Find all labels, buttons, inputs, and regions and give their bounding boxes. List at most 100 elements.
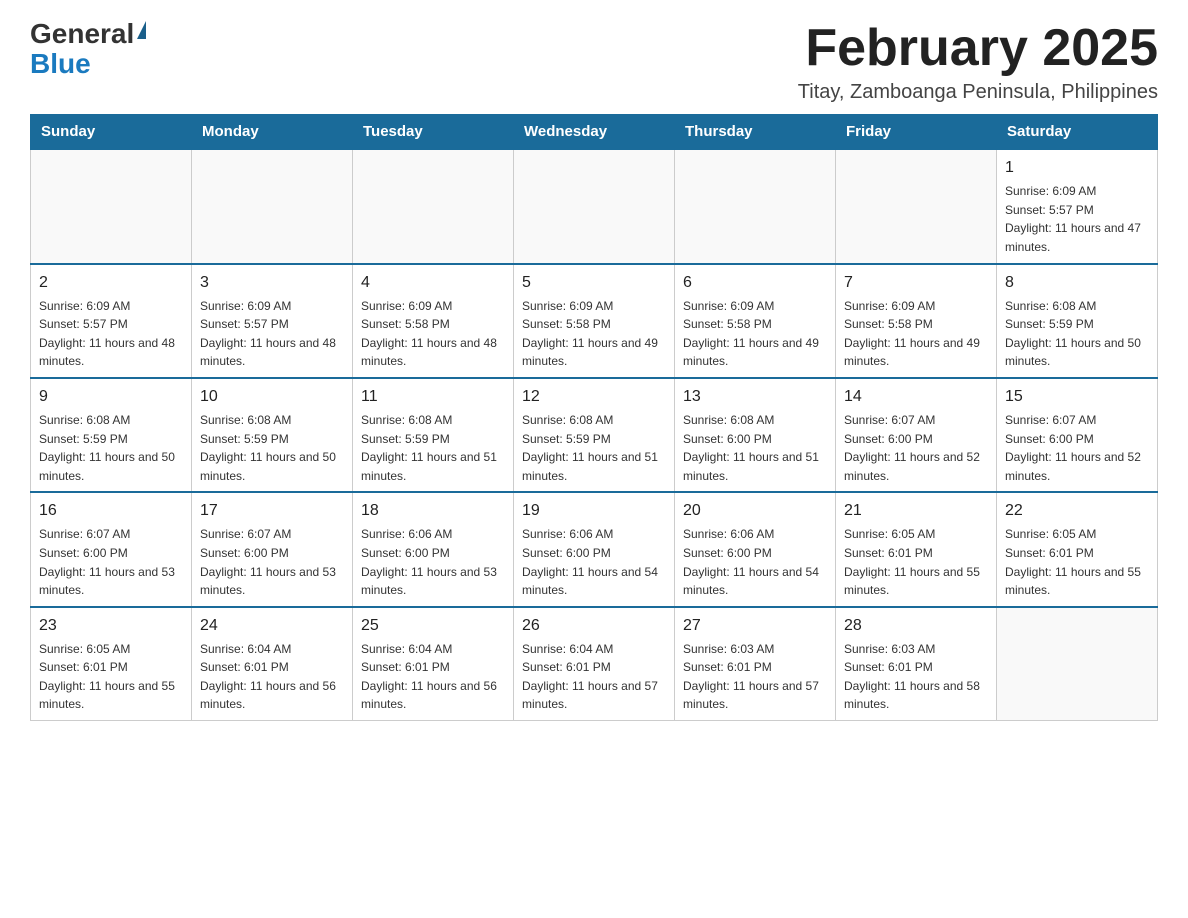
table-row: 18Sunrise: 6:06 AM Sunset: 6:00 PM Dayli… xyxy=(353,492,514,606)
table-row: 10Sunrise: 6:08 AM Sunset: 5:59 PM Dayli… xyxy=(192,378,353,492)
day-info: Sunrise: 6:09 AM Sunset: 5:57 PM Dayligh… xyxy=(200,297,344,371)
table-row: 13Sunrise: 6:08 AM Sunset: 6:00 PM Dayli… xyxy=(675,378,836,492)
col-sunday: Sunday xyxy=(31,115,192,150)
day-number: 22 xyxy=(1005,499,1149,523)
table-row xyxy=(31,149,192,263)
day-info: Sunrise: 6:08 AM Sunset: 5:59 PM Dayligh… xyxy=(200,411,344,485)
day-info: Sunrise: 6:05 AM Sunset: 6:01 PM Dayligh… xyxy=(1005,525,1149,599)
table-row: 25Sunrise: 6:04 AM Sunset: 6:01 PM Dayli… xyxy=(353,607,514,721)
table-row: 26Sunrise: 6:04 AM Sunset: 6:01 PM Dayli… xyxy=(514,607,675,721)
day-number: 16 xyxy=(39,499,183,523)
day-number: 2 xyxy=(39,271,183,295)
table-row: 9Sunrise: 6:08 AM Sunset: 5:59 PM Daylig… xyxy=(31,378,192,492)
table-row: 23Sunrise: 6:05 AM Sunset: 6:01 PM Dayli… xyxy=(31,607,192,721)
day-info: Sunrise: 6:08 AM Sunset: 6:00 PM Dayligh… xyxy=(683,411,827,485)
day-info: Sunrise: 6:08 AM Sunset: 5:59 PM Dayligh… xyxy=(361,411,505,485)
day-number: 3 xyxy=(200,271,344,295)
table-row: 21Sunrise: 6:05 AM Sunset: 6:01 PM Dayli… xyxy=(836,492,997,606)
day-info: Sunrise: 6:08 AM Sunset: 5:59 PM Dayligh… xyxy=(39,411,183,485)
day-number: 25 xyxy=(361,614,505,638)
day-info: Sunrise: 6:06 AM Sunset: 6:00 PM Dayligh… xyxy=(683,525,827,599)
table-row: 5Sunrise: 6:09 AM Sunset: 5:58 PM Daylig… xyxy=(514,264,675,378)
title-section: February 2025 Titay, Zamboanga Peninsula… xyxy=(798,20,1158,104)
day-number: 8 xyxy=(1005,271,1149,295)
day-number: 26 xyxy=(522,614,666,638)
day-number: 9 xyxy=(39,385,183,409)
calendar-week-row: 2Sunrise: 6:09 AM Sunset: 5:57 PM Daylig… xyxy=(31,264,1158,378)
table-row: 28Sunrise: 6:03 AM Sunset: 6:01 PM Dayli… xyxy=(836,607,997,721)
calendar-table: Sunday Monday Tuesday Wednesday Thursday… xyxy=(30,114,1158,721)
calendar-week-row: 1Sunrise: 6:09 AM Sunset: 5:57 PM Daylig… xyxy=(31,149,1158,263)
day-number: 23 xyxy=(39,614,183,638)
table-row xyxy=(675,149,836,263)
day-info: Sunrise: 6:03 AM Sunset: 6:01 PM Dayligh… xyxy=(683,640,827,714)
day-info: Sunrise: 6:09 AM Sunset: 5:58 PM Dayligh… xyxy=(522,297,666,371)
page-header: General Blue February 2025 Titay, Zamboa… xyxy=(30,20,1158,104)
logo-blue: Blue xyxy=(30,48,91,80)
table-row: 4Sunrise: 6:09 AM Sunset: 5:58 PM Daylig… xyxy=(353,264,514,378)
day-number: 17 xyxy=(200,499,344,523)
col-thursday: Thursday xyxy=(675,115,836,150)
day-info: Sunrise: 6:07 AM Sunset: 6:00 PM Dayligh… xyxy=(39,525,183,599)
calendar-week-row: 23Sunrise: 6:05 AM Sunset: 6:01 PM Dayli… xyxy=(31,607,1158,721)
logo-triangle-icon xyxy=(137,21,146,39)
day-info: Sunrise: 6:04 AM Sunset: 6:01 PM Dayligh… xyxy=(522,640,666,714)
day-info: Sunrise: 6:04 AM Sunset: 6:01 PM Dayligh… xyxy=(200,640,344,714)
table-row: 15Sunrise: 6:07 AM Sunset: 6:00 PM Dayli… xyxy=(997,378,1158,492)
day-info: Sunrise: 6:07 AM Sunset: 6:00 PM Dayligh… xyxy=(1005,411,1149,485)
day-info: Sunrise: 6:09 AM Sunset: 5:57 PM Dayligh… xyxy=(39,297,183,371)
col-tuesday: Tuesday xyxy=(353,115,514,150)
table-row: 6Sunrise: 6:09 AM Sunset: 5:58 PM Daylig… xyxy=(675,264,836,378)
day-number: 18 xyxy=(361,499,505,523)
table-row: 16Sunrise: 6:07 AM Sunset: 6:00 PM Dayli… xyxy=(31,492,192,606)
table-row xyxy=(353,149,514,263)
day-info: Sunrise: 6:09 AM Sunset: 5:58 PM Dayligh… xyxy=(683,297,827,371)
logo: General Blue xyxy=(30,20,146,80)
table-row xyxy=(192,149,353,263)
day-info: Sunrise: 6:07 AM Sunset: 6:00 PM Dayligh… xyxy=(200,525,344,599)
day-info: Sunrise: 6:08 AM Sunset: 5:59 PM Dayligh… xyxy=(522,411,666,485)
col-saturday: Saturday xyxy=(997,115,1158,150)
calendar-week-row: 9Sunrise: 6:08 AM Sunset: 5:59 PM Daylig… xyxy=(31,378,1158,492)
day-number: 15 xyxy=(1005,385,1149,409)
location-subtitle: Titay, Zamboanga Peninsula, Philippines xyxy=(798,81,1158,104)
table-row: 24Sunrise: 6:04 AM Sunset: 6:01 PM Dayli… xyxy=(192,607,353,721)
table-row xyxy=(836,149,997,263)
day-info: Sunrise: 6:06 AM Sunset: 6:00 PM Dayligh… xyxy=(522,525,666,599)
day-info: Sunrise: 6:06 AM Sunset: 6:00 PM Dayligh… xyxy=(361,525,505,599)
table-row: 22Sunrise: 6:05 AM Sunset: 6:01 PM Dayli… xyxy=(997,492,1158,606)
day-number: 20 xyxy=(683,499,827,523)
col-friday: Friday xyxy=(836,115,997,150)
day-number: 27 xyxy=(683,614,827,638)
table-row: 8Sunrise: 6:08 AM Sunset: 5:59 PM Daylig… xyxy=(997,264,1158,378)
table-row: 27Sunrise: 6:03 AM Sunset: 6:01 PM Dayli… xyxy=(675,607,836,721)
table-row: 3Sunrise: 6:09 AM Sunset: 5:57 PM Daylig… xyxy=(192,264,353,378)
day-info: Sunrise: 6:05 AM Sunset: 6:01 PM Dayligh… xyxy=(39,640,183,714)
table-row: 2Sunrise: 6:09 AM Sunset: 5:57 PM Daylig… xyxy=(31,264,192,378)
day-number: 19 xyxy=(522,499,666,523)
day-info: Sunrise: 6:08 AM Sunset: 5:59 PM Dayligh… xyxy=(1005,297,1149,371)
day-number: 4 xyxy=(361,271,505,295)
calendar-week-row: 16Sunrise: 6:07 AM Sunset: 6:00 PM Dayli… xyxy=(31,492,1158,606)
month-title: February 2025 xyxy=(798,20,1158,77)
table-row xyxy=(997,607,1158,721)
day-info: Sunrise: 6:07 AM Sunset: 6:00 PM Dayligh… xyxy=(844,411,988,485)
day-number: 7 xyxy=(844,271,988,295)
table-row: 19Sunrise: 6:06 AM Sunset: 6:00 PM Dayli… xyxy=(514,492,675,606)
day-number: 13 xyxy=(683,385,827,409)
day-info: Sunrise: 6:09 AM Sunset: 5:57 PM Dayligh… xyxy=(1005,182,1149,256)
day-number: 12 xyxy=(522,385,666,409)
table-row xyxy=(514,149,675,263)
day-info: Sunrise: 6:03 AM Sunset: 6:01 PM Dayligh… xyxy=(844,640,988,714)
table-row: 20Sunrise: 6:06 AM Sunset: 6:00 PM Dayli… xyxy=(675,492,836,606)
col-wednesday: Wednesday xyxy=(514,115,675,150)
day-info: Sunrise: 6:09 AM Sunset: 5:58 PM Dayligh… xyxy=(844,297,988,371)
table-row: 11Sunrise: 6:08 AM Sunset: 5:59 PM Dayli… xyxy=(353,378,514,492)
logo-general: General xyxy=(30,20,134,48)
table-row: 7Sunrise: 6:09 AM Sunset: 5:58 PM Daylig… xyxy=(836,264,997,378)
day-number: 28 xyxy=(844,614,988,638)
day-number: 11 xyxy=(361,385,505,409)
calendar-header-row: Sunday Monday Tuesday Wednesday Thursday… xyxy=(31,115,1158,150)
day-number: 1 xyxy=(1005,156,1149,180)
day-number: 6 xyxy=(683,271,827,295)
